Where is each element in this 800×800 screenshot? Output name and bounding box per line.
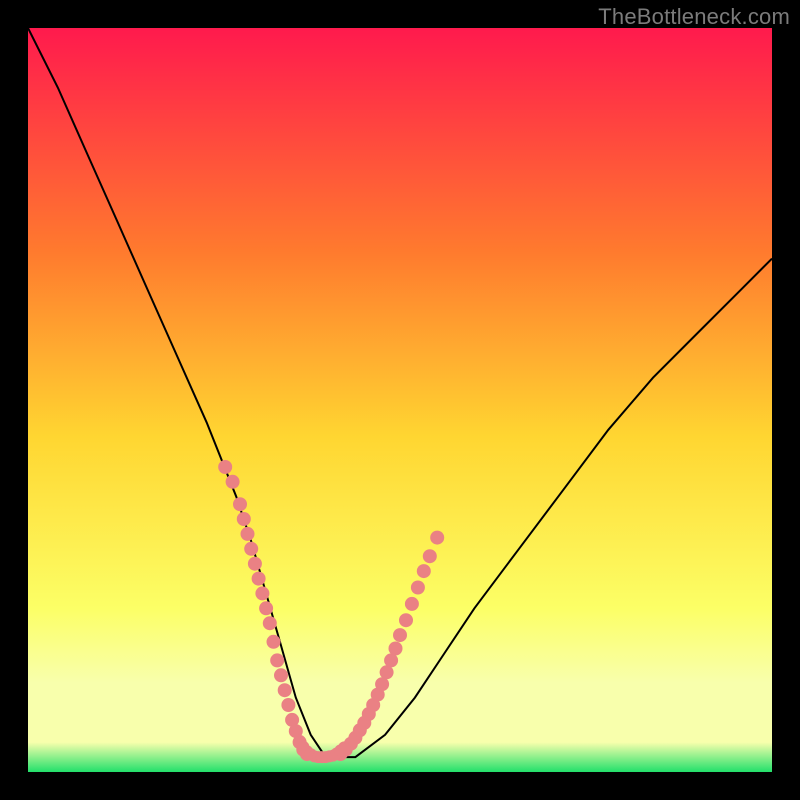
marker-dot	[375, 677, 389, 691]
gradient-background	[28, 28, 772, 772]
marker-dot	[218, 460, 232, 474]
marker-dot	[274, 668, 288, 682]
chart-svg	[28, 28, 772, 772]
watermark-text: TheBottleneck.com	[598, 4, 790, 30]
marker-dot	[270, 653, 284, 667]
marker-dot	[263, 616, 277, 630]
marker-dot	[380, 665, 394, 679]
marker-dot	[389, 642, 403, 656]
marker-dot	[259, 601, 273, 615]
marker-dot	[237, 512, 251, 526]
marker-dot	[278, 683, 292, 697]
marker-dot	[423, 549, 437, 563]
marker-dot	[405, 597, 419, 611]
marker-dot	[281, 698, 295, 712]
marker-dot	[384, 653, 398, 667]
marker-dot	[267, 635, 281, 649]
outer-frame: TheBottleneck.com	[0, 0, 800, 800]
marker-dot	[338, 741, 350, 753]
marker-dot	[241, 527, 255, 541]
marker-dot	[411, 581, 425, 595]
marker-dot	[430, 531, 444, 545]
marker-dot	[417, 564, 431, 578]
marker-dot	[248, 557, 262, 571]
chart-plot-area	[28, 28, 772, 772]
marker-dot	[226, 475, 240, 489]
marker-dot	[399, 613, 413, 627]
marker-dot	[255, 586, 269, 600]
marker-dot	[393, 628, 407, 642]
marker-dot	[252, 572, 266, 586]
marker-dot	[233, 497, 247, 511]
marker-dot	[244, 542, 258, 556]
